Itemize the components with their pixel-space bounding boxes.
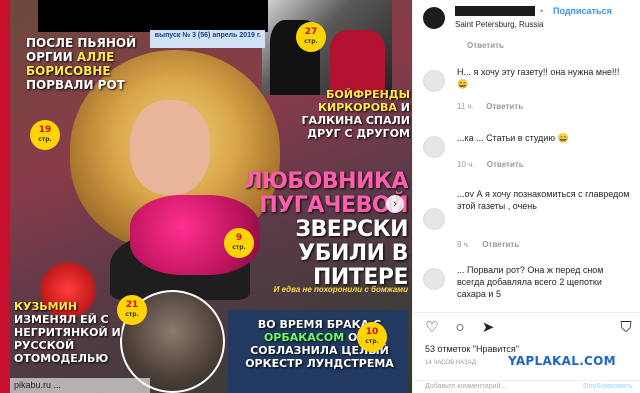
- publish-button[interactable]: Опубликовать: [583, 381, 633, 393]
- page-badge-unit: стр.: [38, 136, 52, 143]
- headline-3-part-c: зверски убили в Питере: [295, 217, 408, 290]
- follow-button[interactable]: Подписаться: [553, 6, 612, 16]
- bookmark-icon[interactable]: ⛉: [617, 319, 635, 337]
- comment-text: Н... я хочу эту газету!! она нужна мне!!…: [457, 67, 620, 89]
- page-badge: 9 стр.: [224, 228, 254, 258]
- page-badge: 27 стр.: [296, 22, 326, 52]
- page-badge-num: 21: [125, 300, 139, 310]
- cover-man-redshirt: [330, 30, 385, 95]
- issue-number: выпуск № 3 (56) апрель 2019 г.: [150, 30, 265, 48]
- add-comment-placeholder: Добавьте комментарий...: [425, 383, 507, 390]
- post-header: • Подписаться Saint Petersburg, Russia: [413, 0, 640, 38]
- page-badge-num: 27: [304, 27, 318, 37]
- page-badge-unit: стр.: [232, 244, 246, 251]
- reply-button[interactable]: Ответить: [482, 240, 519, 249]
- headline-4-part-a: Кузьмин: [14, 300, 78, 313]
- cover-face: [130, 100, 210, 195]
- comment-time: 9 ч.: [457, 240, 471, 249]
- comment-meta: 11 ч. Ответить: [457, 102, 533, 111]
- headline-3-subline: И едва не похоронили с бомжами: [273, 285, 408, 294]
- likes-count[interactable]: 53 отметок "Нравится": [425, 344, 519, 354]
- page-badge-num: 19: [38, 125, 52, 135]
- headline-1-part-c: порвали рот: [26, 78, 125, 92]
- page-badge: 21 стр.: [117, 295, 147, 325]
- comment-meta: 10 ч. Ответить: [457, 160, 534, 169]
- username-redacted[interactable]: [455, 6, 535, 16]
- redacted-masthead: [38, 0, 268, 32]
- comment-time: 10 ч.: [457, 160, 475, 169]
- comment-time: 11 ч.: [457, 102, 474, 111]
- page-badge-unit: стр.: [304, 38, 318, 45]
- reply-button[interactable]: Ответить: [467, 41, 504, 50]
- reply-button[interactable]: Ответить: [486, 102, 523, 111]
- comments-list: Ответить Н... я хочу эту газету!! она ну…: [413, 38, 640, 310]
- headline-1: После пьяной оргии Алле Борисовне порвал…: [26, 36, 156, 92]
- post-time: 14 часов назад: [425, 360, 476, 366]
- location-link[interactable]: Saint Petersburg, Russia: [455, 20, 544, 29]
- comment-text: ...ov А я хочу познакомиться с главредом…: [457, 189, 630, 211]
- headline-2-part-a: Бойфренды: [326, 88, 410, 101]
- page-badge-unit: стр.: [365, 338, 379, 345]
- comment-meta: Ответить: [457, 41, 514, 50]
- comment-avatar[interactable]: [423, 70, 445, 92]
- comment-text: ... Порвали рот? Она ж перед сном всегда…: [457, 265, 604, 299]
- comment-avatar[interactable]: [423, 208, 445, 230]
- next-arrow-icon[interactable]: ›: [386, 195, 404, 213]
- comment-bubble-icon[interactable]: ○: [451, 319, 469, 337]
- yaplakal-watermark: YAPLAKAL.COM: [508, 354, 616, 368]
- headline-5-part-b: Орбакасом: [263, 331, 345, 344]
- post-side-panel: • Подписаться Saint Petersburg, Russia О…: [412, 0, 640, 393]
- headline-3-part-a: Любовника: [244, 169, 408, 194]
- comment-text: ...ка ... Статьи в студию 😄: [457, 133, 569, 143]
- page-badge-num: 10: [365, 327, 379, 337]
- headline-4-part-b: изменял ей с негритянкой и русской отомо…: [14, 313, 121, 365]
- share-icon[interactable]: ➤: [479, 319, 497, 337]
- headline-4: Кузьмин изменял ей с негритянкой и русск…: [14, 300, 129, 365]
- comment-meta: 9 ч. Ответить: [457, 240, 529, 249]
- page-badge: 19 стр.: [30, 120, 60, 150]
- headline-2-part-b: Киркорова: [318, 101, 397, 114]
- comment-avatar[interactable]: [423, 136, 445, 158]
- headline-2: Бойфренды Киркорова и Галкина спали друг…: [288, 88, 410, 140]
- page-badge: 10 стр.: [357, 322, 387, 352]
- post-photo[interactable]: выпуск № 3 (56) апрель 2019 г. После пья…: [0, 0, 412, 393]
- bottom-watermark: pikabu.ru ...: [10, 378, 150, 393]
- add-comment-field[interactable]: Добавьте комментарий... Опубликовать: [413, 380, 640, 393]
- separator-dot: •: [540, 6, 544, 16]
- avatar[interactable]: [423, 7, 445, 29]
- comment-avatar[interactable]: [423, 268, 445, 290]
- action-bar: ♡ ○ ➤ ⛉: [413, 312, 640, 342]
- reply-button[interactable]: Ответить: [487, 160, 524, 169]
- edge-strip: [0, 0, 10, 393]
- like-heart-icon[interactable]: ♡: [423, 319, 441, 337]
- page-badge-unit: стр.: [125, 311, 139, 318]
- page-badge-num: 9: [235, 233, 243, 243]
